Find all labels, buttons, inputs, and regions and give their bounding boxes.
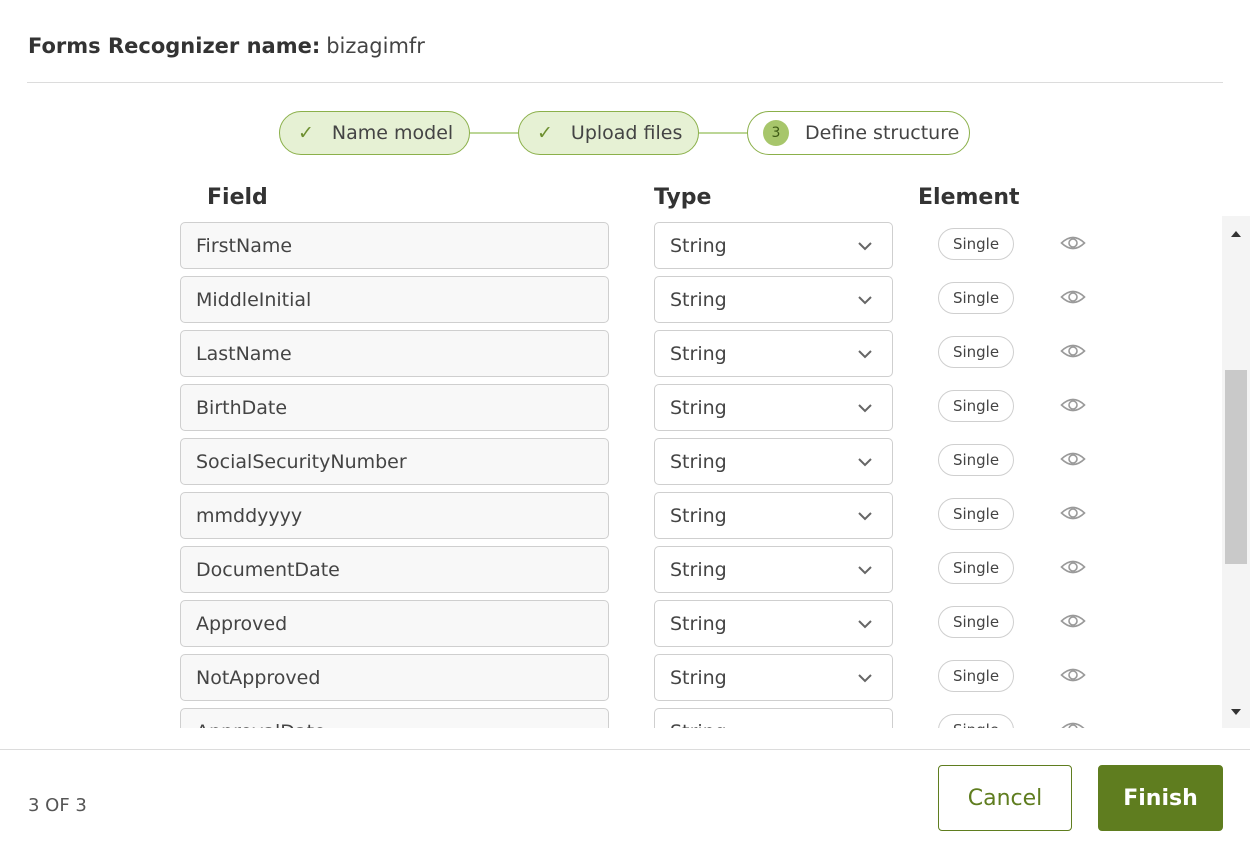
step-label: Upload files [570, 122, 683, 144]
step-counter: 3 OF 3 [28, 795, 87, 816]
field-row: ApprovalDate String Single [0, 702, 1222, 728]
element-single-badge[interactable]: Single [938, 606, 1014, 638]
step-name-model: ✓ Name model [279, 111, 470, 155]
field-row: LastName String Single [0, 324, 1222, 378]
field-name-input[interactable]: ApprovalDate [180, 708, 609, 728]
chevron-down-icon [858, 242, 872, 251]
type-select-value: String [670, 504, 727, 527]
eye-icon[interactable] [1060, 557, 1086, 577]
eye-icon[interactable] [1060, 719, 1086, 728]
eye-icon[interactable] [1060, 665, 1086, 685]
element-single-badge[interactable]: Single [938, 228, 1014, 260]
dialog-header: Forms Recognizer name: bizagimfr [28, 30, 425, 62]
type-select-value: String [670, 396, 727, 419]
field-name-input[interactable]: DocumentDate [180, 546, 609, 593]
chevron-down-icon [858, 620, 872, 629]
chevron-down-icon [858, 566, 872, 575]
field-row: MiddleInitial String Single [0, 270, 1222, 324]
field-name-input[interactable]: SocialSecurityNumber [180, 438, 609, 485]
scroll-down-arrow-icon[interactable] [1222, 698, 1250, 726]
field-row: Approved String Single [0, 594, 1222, 648]
field-row: SocialSecurityNumber String Single [0, 432, 1222, 486]
type-select[interactable]: String [654, 276, 893, 323]
field-name-input[interactable]: NotApproved [180, 654, 609, 701]
vertical-scrollbar[interactable] [1222, 216, 1250, 728]
field-row: mmddyyyy String Single [0, 486, 1222, 540]
step-connector [470, 132, 518, 134]
step-connector [699, 132, 747, 134]
chevron-down-icon [856, 723, 874, 728]
scroll-up-arrow-icon[interactable] [1222, 220, 1250, 248]
field-row: FirstName String Single [0, 216, 1222, 270]
field-row: BirthDate String Single [0, 378, 1222, 432]
field-name-input[interactable]: MiddleInitial [180, 276, 609, 323]
type-select[interactable]: String [654, 384, 893, 431]
eye-icon[interactable] [1060, 611, 1086, 631]
step-label: Name model [331, 122, 454, 144]
field-row: NotApproved String Single [0, 648, 1222, 702]
type-select[interactable]: String [654, 222, 893, 269]
field-name-input[interactable]: Approved [180, 600, 609, 647]
forms-recognizer-name: bizagimfr [326, 34, 425, 58]
element-single-badge[interactable]: Single [938, 552, 1014, 584]
header-divider [27, 82, 1223, 83]
chevron-down-icon [858, 350, 872, 359]
forms-recognizer-label: Forms Recognizer name: [28, 34, 321, 58]
eye-icon[interactable] [1060, 449, 1086, 469]
eye-icon[interactable] [1060, 287, 1086, 307]
element-single-badge[interactable]: Single [938, 282, 1014, 314]
step-define-structure: 3 Define structure [747, 111, 970, 155]
field-list[interactable]: FirstName String Single MiddleInitial St… [0, 216, 1222, 728]
check-icon: ✓ [298, 122, 314, 144]
type-select[interactable]: String [654, 600, 893, 647]
footer-divider [0, 749, 1250, 750]
type-select[interactable]: String [654, 546, 893, 593]
column-header-element: Element [918, 185, 1020, 210]
wizard-steps: ✓ Name model ✓ Upload files 3 Define str… [0, 111, 1250, 155]
type-select[interactable]: String [654, 708, 893, 728]
step-label: Define structure [805, 122, 960, 144]
cancel-button[interactable]: Cancel [938, 765, 1072, 831]
eye-icon[interactable] [1060, 341, 1086, 361]
element-single-badge[interactable]: Single [938, 444, 1014, 476]
element-single-badge[interactable]: Single [938, 714, 1014, 728]
eye-icon[interactable] [1060, 233, 1086, 253]
column-header-type: Type [654, 185, 712, 210]
type-select[interactable]: String [654, 438, 893, 485]
element-single-badge[interactable]: Single [938, 498, 1014, 530]
field-name-input[interactable]: FirstName [180, 222, 609, 269]
chevron-down-icon [858, 404, 872, 413]
type-select-value: String [670, 612, 727, 635]
field-name-input[interactable]: LastName [180, 330, 609, 377]
element-single-badge[interactable]: Single [938, 660, 1014, 692]
type-select-value: String [670, 558, 727, 581]
type-select-value: String [670, 234, 727, 257]
chevron-down-icon [858, 296, 872, 305]
check-icon: ✓ [537, 122, 553, 144]
type-select-value: String [670, 666, 727, 689]
chevron-down-icon [858, 458, 872, 467]
field-name-input[interactable]: mmddyyyy [180, 492, 609, 539]
scrollbar-thumb[interactable] [1225, 370, 1247, 564]
eye-icon[interactable] [1060, 503, 1086, 523]
field-row: DocumentDate String Single [0, 540, 1222, 594]
finish-button[interactable]: Finish [1098, 765, 1223, 831]
type-select[interactable]: String [654, 492, 893, 539]
type-select-value: String [670, 288, 727, 311]
field-name-input[interactable]: BirthDate [180, 384, 609, 431]
eye-icon[interactable] [1060, 395, 1086, 415]
element-single-badge[interactable]: Single [938, 390, 1014, 422]
step-upload-files: ✓ Upload files [518, 111, 699, 155]
column-header-field: Field [207, 185, 268, 210]
element-single-badge[interactable]: Single [938, 336, 1014, 368]
chevron-down-icon [858, 512, 872, 521]
type-select-value: String [670, 450, 727, 473]
type-select[interactable]: String [654, 330, 893, 377]
chevron-down-icon [858, 674, 872, 683]
type-select[interactable]: String [654, 654, 893, 701]
type-select-value: String [670, 342, 727, 365]
type-select-value: String [670, 721, 727, 729]
step-number-badge: 3 [763, 120, 789, 146]
